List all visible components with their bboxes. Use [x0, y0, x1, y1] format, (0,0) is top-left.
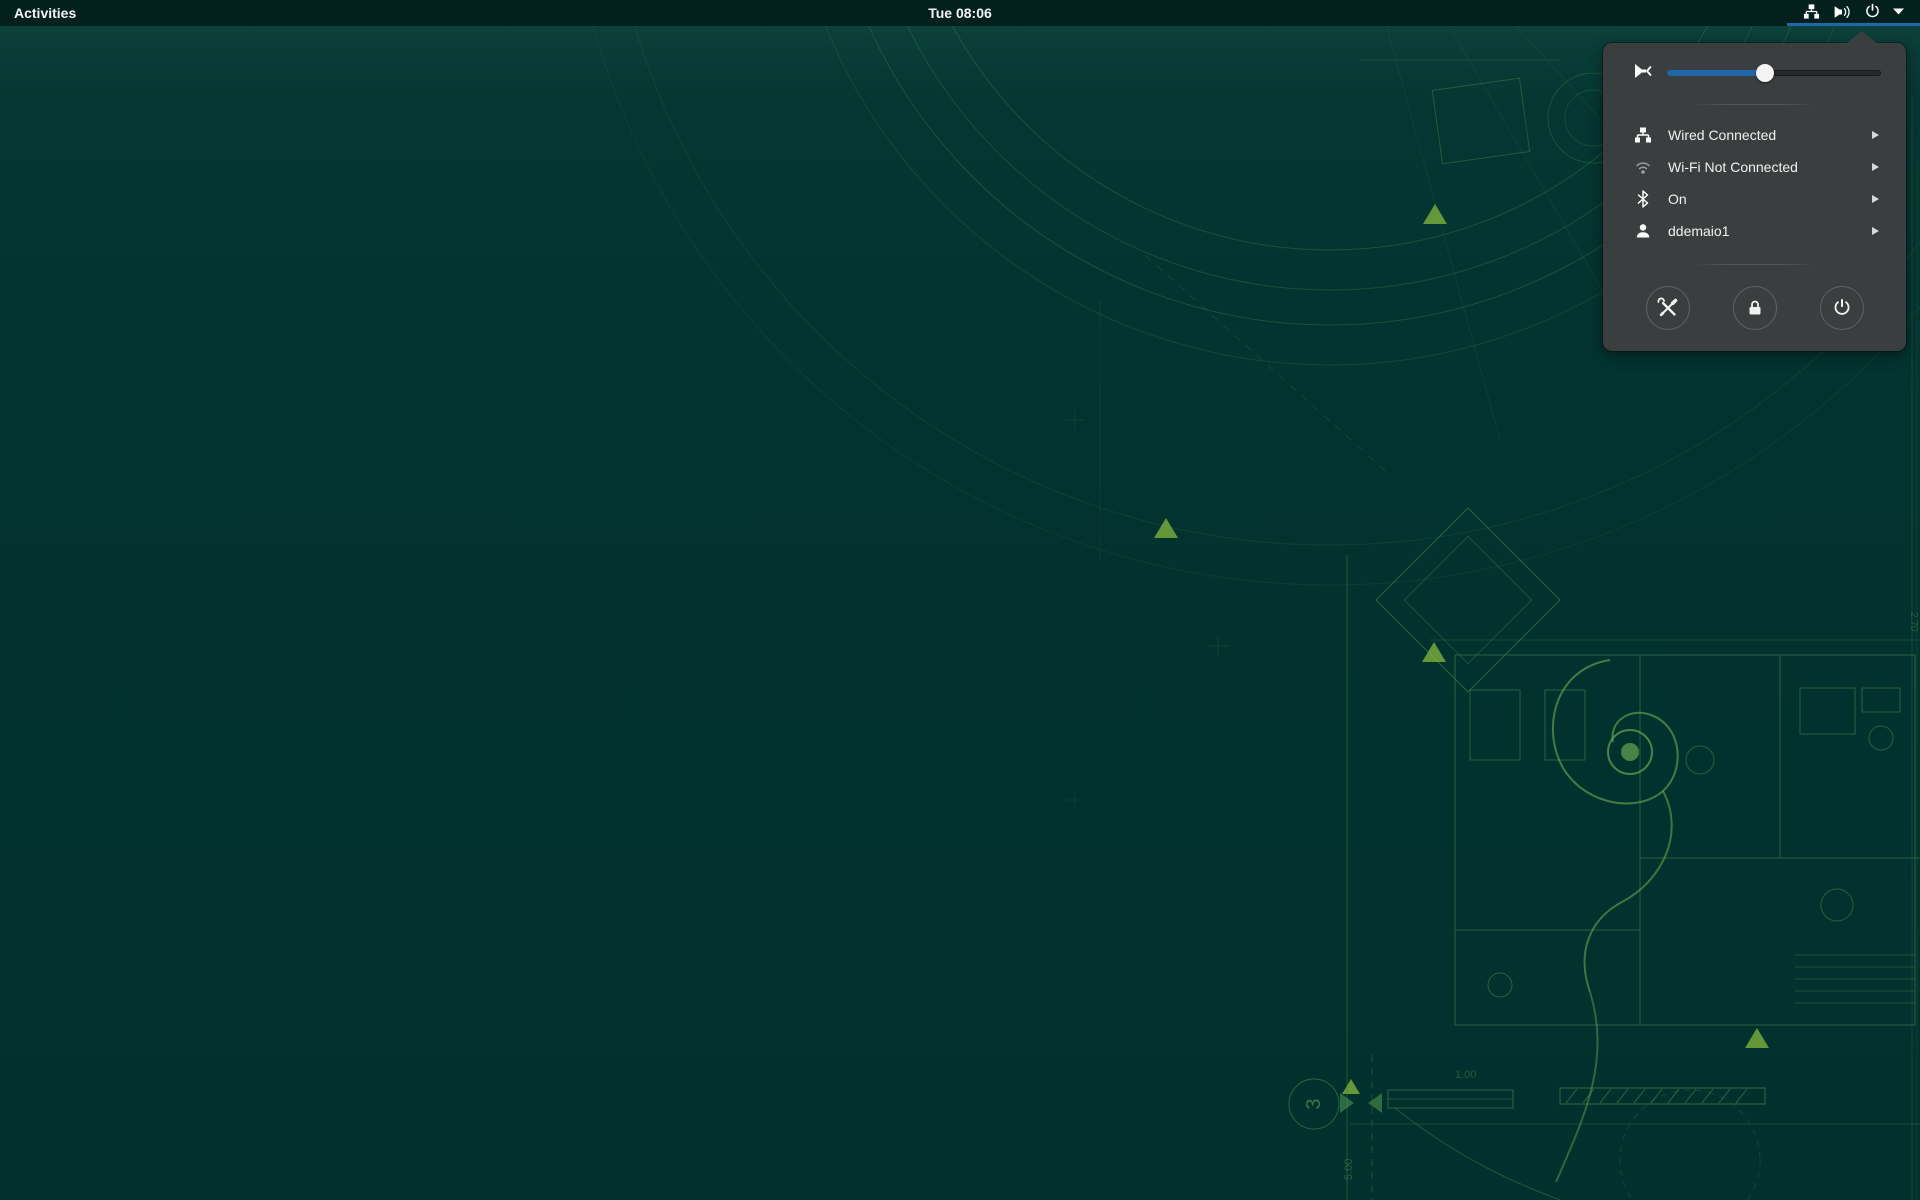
- separator: [1693, 264, 1816, 265]
- volume-icon: [1832, 3, 1852, 21]
- submenu-arrow-icon: [1872, 131, 1879, 139]
- submenu-arrow-icon: [1872, 195, 1879, 203]
- volume-slider-fill: [1667, 70, 1766, 76]
- system-menu-popup: Wired Connected Wi-Fi Not Connected On d…: [1603, 31, 1906, 351]
- activities-button[interactable]: Activities: [4, 0, 86, 26]
- popup-pointer: [1847, 31, 1877, 43]
- wired-network-icon: [1632, 126, 1654, 144]
- system-menu-actions: [1603, 286, 1906, 330]
- lock-button[interactable]: [1732, 286, 1777, 330]
- volume-slider[interactable]: [1667, 64, 1881, 82]
- menu-item-label: Wi-Fi Not Connected: [1668, 159, 1798, 175]
- wifi-icon: [1632, 158, 1654, 176]
- volume-row: [1603, 57, 1906, 89]
- wallpaper-text-dim-a: 5.00: [1343, 1159, 1355, 1180]
- settings-button[interactable]: [1645, 286, 1690, 330]
- menu-item-wifi[interactable]: Wi-Fi Not Connected: [1603, 151, 1906, 183]
- menu-item-wired-network[interactable]: Wired Connected: [1603, 119, 1906, 151]
- power-icon: [1864, 3, 1881, 20]
- system-status-area[interactable]: [1787, 0, 1920, 26]
- network-wired-icon: [1803, 3, 1820, 20]
- menu-item-label: On: [1668, 191, 1687, 207]
- submenu-arrow-icon: [1872, 163, 1879, 171]
- dropdown-caret-icon: [1893, 8, 1904, 15]
- volume-speaker-icon: [1632, 60, 1654, 87]
- system-menu-list: Wired Connected Wi-Fi Not Connected On d…: [1603, 119, 1906, 247]
- menu-item-user[interactable]: ddemaio1: [1603, 215, 1906, 247]
- menu-item-bluetooth[interactable]: On: [1603, 183, 1906, 215]
- desktop: 3 5.00 1.00 2.70 Activities Tue 08:06 Wi…: [0, 0, 1920, 1200]
- separator: [1693, 104, 1816, 105]
- top-bar: Activities Tue 08:06: [0, 0, 1920, 26]
- volume-slider-handle[interactable]: [1756, 64, 1775, 82]
- wallpaper-text-dim-c: 2.70: [1908, 612, 1919, 632]
- lock-icon: [1745, 298, 1765, 318]
- submenu-arrow-icon: [1872, 227, 1879, 235]
- wallpaper-text-dim-b: 1.00: [1455, 1069, 1476, 1081]
- bluetooth-icon: [1632, 190, 1654, 208]
- power-icon: [1832, 298, 1852, 318]
- clock[interactable]: Tue 08:06: [928, 0, 992, 26]
- user-icon: [1632, 222, 1654, 240]
- wallpaper-text-bubble: 3: [1303, 1098, 1325, 1109]
- settings-icon: [1656, 297, 1679, 319]
- menu-item-label: ddemaio1: [1668, 223, 1730, 239]
- power-button[interactable]: [1819, 286, 1864, 330]
- menu-item-label: Wired Connected: [1668, 127, 1777, 143]
